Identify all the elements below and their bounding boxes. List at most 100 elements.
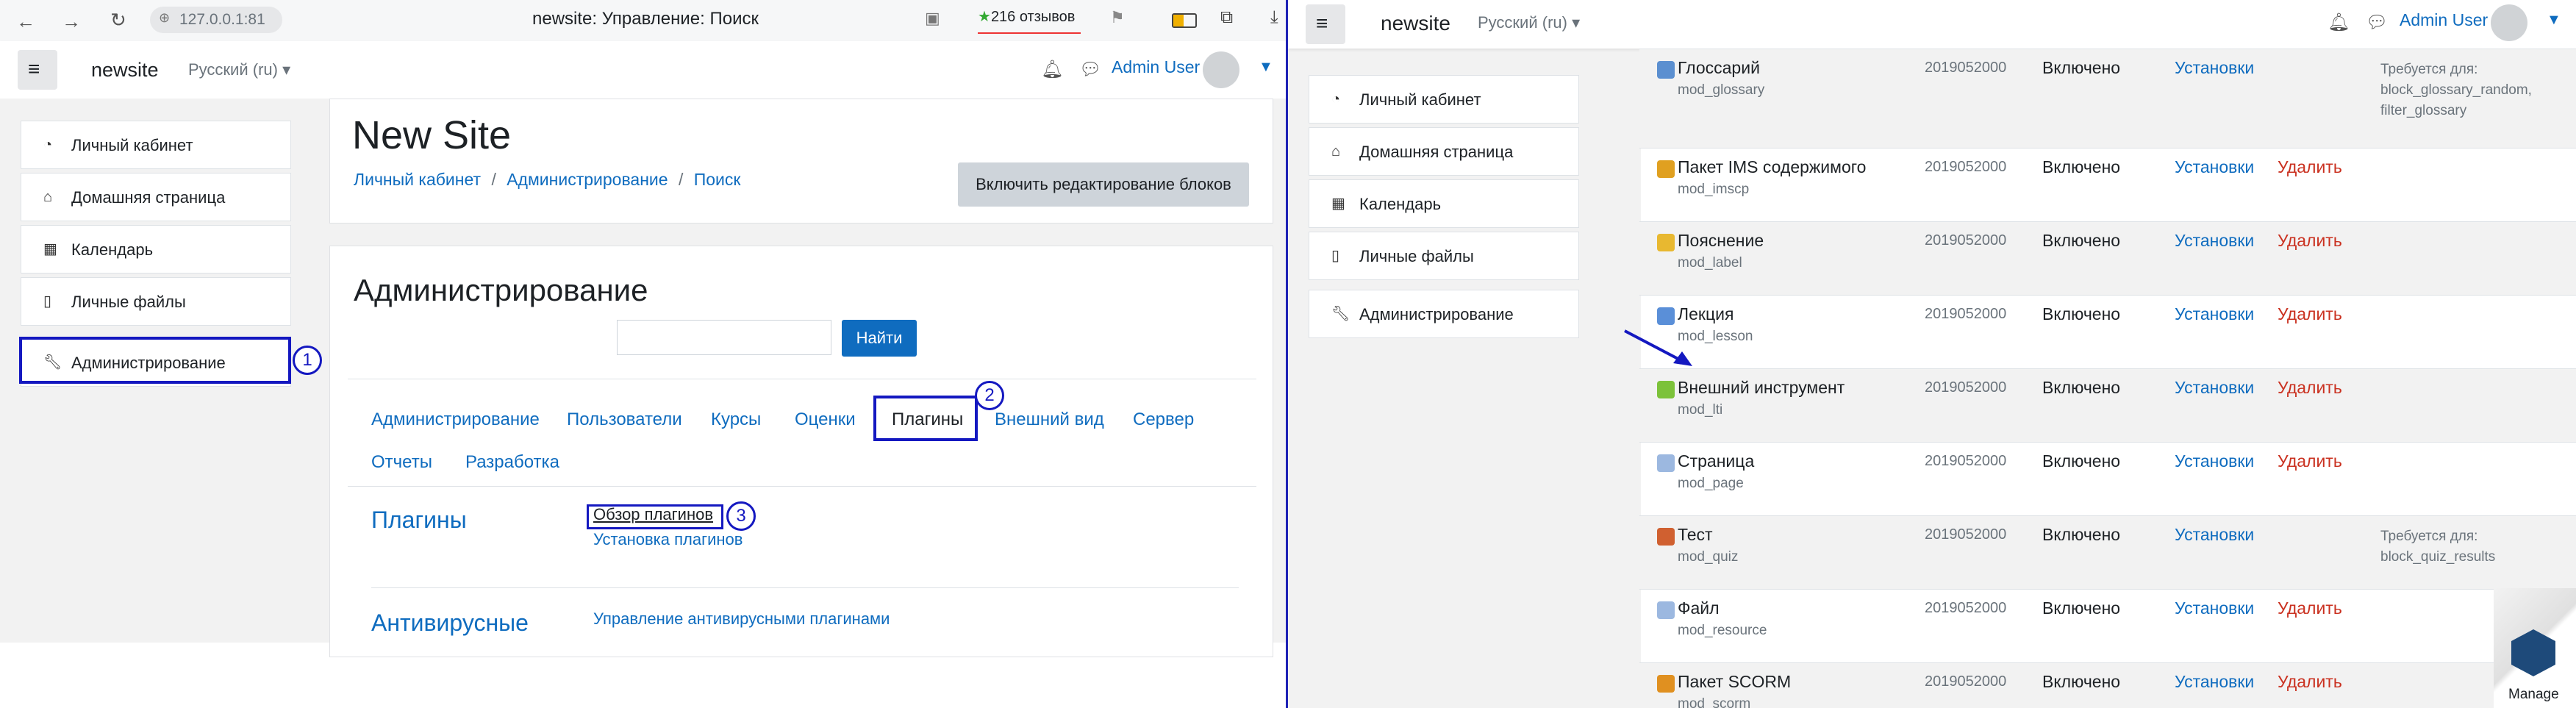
breadcrumb-item[interactable]: Личный кабинет (354, 170, 481, 189)
dashboard-icon: ◔ (1331, 91, 1341, 107)
plugin-delete-link[interactable]: Удалить (2278, 598, 2342, 618)
nav-item-home[interactable]: ⌂ Домашняя страница (1309, 127, 1579, 176)
plugin-icon (1657, 528, 1675, 546)
extensions-icon[interactable]: ⧉ (1220, 7, 1233, 28)
language-menu[interactable]: Русский (ru) ▾ (1478, 13, 1580, 32)
user-name[interactable]: Admin User (2400, 10, 2488, 30)
search-button[interactable]: Найти (842, 320, 917, 357)
nav-item-files[interactable]: ▯ Личные файлы (1309, 232, 1579, 280)
hamburger-button[interactable]: ≡ (18, 50, 57, 90)
admin-title: Администрирование (354, 273, 648, 307)
reviews-badge[interactable]: ★216 отзывов (978, 7, 1081, 34)
plugin-name: Глоссарий (1678, 58, 1760, 77)
plugin-delete-link[interactable]: Удалить (2278, 672, 2342, 692)
battery-icon[interactable] (1172, 13, 1197, 28)
plugin-name: Пояснение (1678, 231, 1764, 250)
plugin-delete-link[interactable]: Удалить (2278, 378, 2342, 398)
edit-blocks-button[interactable]: Включить редактирование блоков (958, 162, 1249, 207)
message-icon[interactable]: 💬︎ (2366, 12, 2388, 33)
message-icon[interactable]: 💬︎ (1079, 59, 1101, 80)
breadcrumb-item[interactable]: Администрирование (507, 170, 668, 189)
user-name[interactable]: Admin User (1112, 57, 1200, 77)
tab-courses[interactable]: Курсы (711, 410, 761, 430)
nav-item-calendar[interactable]: ▦ Календарь (21, 225, 291, 273)
nav-item-home[interactable]: ⌂ Домашняя страница (21, 173, 291, 221)
tab-development[interactable]: Разработка (465, 452, 559, 473)
address-bar[interactable]: ⊕ 127.0.0.1:81 (150, 7, 282, 33)
plugin-version: 2019052000 (1925, 453, 2007, 469)
bell-icon[interactable]: 🔔︎ (1041, 59, 1063, 80)
user-menu-caret[interactable]: ▼ (1259, 59, 1273, 76)
plugin-settings-link[interactable]: Установки (2175, 672, 2254, 692)
plugin-settings-link[interactable]: Установки (2175, 58, 2254, 78)
admin-search-input[interactable] (617, 320, 831, 355)
plugin-delete-link[interactable]: Удалить (2278, 304, 2342, 324)
plugin-settings-link[interactable]: Установки (2175, 451, 2254, 471)
tab-reports[interactable]: Отчеты (371, 452, 432, 473)
antivirus-link[interactable]: Управление антивирусными плагинами (593, 609, 890, 629)
reload-icon[interactable]: ↻ (110, 9, 126, 32)
tab-grades[interactable]: Оценки (795, 410, 856, 430)
plugin-name: Пакет IMS содержимого (1678, 157, 1867, 176)
nav-item-files[interactable]: ▯ Личные файлы (21, 277, 291, 326)
tab-administration[interactable]: Администрирование (371, 410, 540, 430)
tab-server[interactable]: Сервер (1133, 410, 1194, 430)
tab-users[interactable]: Пользователи (567, 410, 682, 430)
avatar[interactable] (1203, 51, 1239, 88)
plugin-version: 2019052000 (1925, 60, 2007, 76)
file-icon: ▯ (1331, 248, 1340, 264)
plugins-heading[interactable]: Плагины (371, 507, 467, 534)
download-icon[interactable]: ⤓ (1270, 7, 1278, 28)
back-icon[interactable]: ← (16, 10, 35, 33)
nav-label: Личный кабинет (1359, 90, 1481, 109)
plugin-name: Файл (1678, 598, 1720, 618)
bookmark-icon[interactable]: ⚑ (1110, 8, 1125, 27)
language-menu[interactable]: Русский (ru) ▾ (188, 60, 290, 79)
plugin-requires-line: Требуется для: (2380, 529, 2478, 544)
plugin-delete-link[interactable]: Удалить (2278, 231, 2342, 251)
plugin-requires: Требуется для: block_glossary_random, filt… (2380, 60, 2532, 121)
plugin-version: 2019052000 (1925, 673, 2007, 690)
forward-icon[interactable]: → (62, 10, 81, 33)
plugin-settings-link[interactable]: Установки (2175, 304, 2254, 324)
site-name[interactable]: newsite (1381, 12, 1450, 35)
avatar[interactable] (2491, 4, 2527, 41)
user-menu-caret[interactable]: ▼ (2547, 12, 2561, 29)
translate-icon[interactable]: ▣ (925, 9, 940, 28)
plugin-settings-link[interactable]: Установки (2175, 231, 2254, 251)
arrow-annotation (1624, 329, 1692, 366)
breadcrumb-separator: / (678, 170, 684, 189)
plugin-version: 2019052000 (1925, 379, 2007, 396)
nav-item-dashboard[interactable]: ◔ Личный кабинет (1309, 75, 1579, 124)
plugin-version: 2019052000 (1925, 159, 2007, 175)
nav-label: Домашняя страница (71, 188, 226, 207)
plugin-settings-link[interactable]: Установки (2175, 525, 2254, 545)
nav-item-admin[interactable]: 🔧︎ Администрирование (1309, 290, 1579, 338)
admin-card: Администрирование Найти Администрировани… (329, 246, 1273, 657)
plugin-settings-link[interactable]: Установки (2175, 598, 2254, 618)
tab-appearance[interactable]: Внешний вид (995, 410, 1104, 430)
breadcrumb-item[interactable]: Поиск (694, 170, 741, 189)
plugin-component: mod_lti (1678, 402, 1723, 418)
nav-label: Домашняя страница (1359, 143, 1514, 161)
antivirus-heading[interactable]: Антивирусные (371, 609, 529, 637)
plugin-name: Пакет SCORM (1678, 672, 1792, 691)
highlight-plugins-tab (873, 396, 978, 441)
right-screenshot: ≡ newsite Русский (ru) ▾ 🔔︎ 💬︎ Admin Use… (1288, 0, 2576, 708)
plugin-delete-link[interactable]: Удалить (2278, 451, 2342, 471)
site-info-icon[interactable]: ⊕ (159, 10, 170, 26)
hamburger-button[interactable]: ≡ (1306, 4, 1345, 44)
nav-item-calendar[interactable]: ▦ Календарь (1309, 179, 1579, 228)
plugin-settings-link[interactable]: Установки (2175, 378, 2254, 398)
plugin-delete-link[interactable]: Удалить (2278, 157, 2342, 177)
plugin-icon (1657, 307, 1675, 325)
site-name[interactable]: newsite (91, 59, 159, 82)
plugin-row: Страница mod_page 2019052000 Включено Устано… (1639, 442, 2576, 515)
plugin-row: Пакет IMS содержимого mod_imscp 2019052000… (1639, 148, 2576, 221)
bell-icon[interactable]: 🔔︎ (2328, 12, 2350, 33)
plugin-status: Включено (2042, 231, 2121, 250)
manage-label[interactable]: Manage (2508, 687, 2559, 703)
install-plugins-link[interactable]: Установка плагинов (593, 530, 743, 549)
nav-item-dashboard[interactable]: ◔ Личный кабинет (21, 121, 291, 169)
plugin-settings-link[interactable]: Установки (2175, 157, 2254, 177)
